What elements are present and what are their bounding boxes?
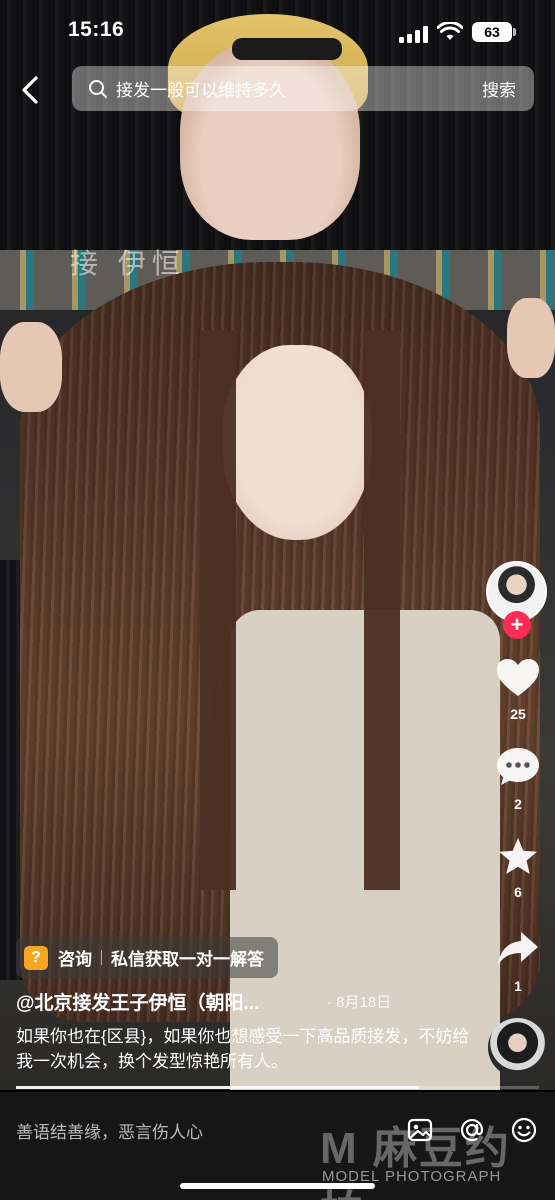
search-button[interactable]: 搜索 [464, 76, 534, 101]
consult-tag[interactable]: ? 咨询 私信获取一对一解答 [16, 937, 278, 978]
comment-input[interactable]: 善语结善缘，恶言伤人心 [16, 1118, 356, 1148]
author-name[interactable]: @北京接发王子伊恒（朝阳... [16, 988, 259, 1015]
search-input[interactable]: 接发一般可以维持多久 [116, 76, 464, 101]
status-time: 15:16 [68, 18, 125, 41]
image-icon[interactable] [406, 1116, 434, 1144]
back-icon[interactable] [14, 70, 48, 110]
star-icon[interactable] [495, 836, 541, 878]
progress-fill [16, 1086, 419, 1089]
share-count: 1 [514, 978, 522, 994]
status-bar: 15:16 63 [0, 0, 555, 60]
at-icon[interactable] [458, 1116, 486, 1144]
battery-tip [513, 28, 516, 36]
divider [101, 950, 102, 965]
consult-text: 私信获取一对一解答 [111, 950, 264, 969]
wifi-icon [437, 22, 463, 40]
video-watermark: 接 伊恒 [70, 248, 186, 279]
video-progress-bar[interactable] [16, 1086, 539, 1089]
comment-count: 2 [514, 796, 522, 812]
consult-label: 咨询 [58, 950, 92, 969]
stylist-left-hand [0, 322, 62, 412]
like-count: 25 [510, 706, 526, 722]
question-icon: ? [24, 945, 48, 970]
share-icon[interactable] [495, 928, 541, 970]
post-date: · 8月18日 [327, 994, 392, 1011]
favorite-count: 6 [514, 884, 522, 900]
model-front-hair [200, 330, 400, 890]
emoji-icon[interactable] [510, 1116, 538, 1144]
heart-icon[interactable] [495, 657, 541, 699]
stylist-right-hand [507, 298, 555, 378]
comment-icon[interactable] [495, 746, 541, 788]
battery-indicator: 63 [472, 22, 512, 42]
video-description: 如果你也在{区县}，如果你也想感受一下高品质接发，不妨给我一次机会，换个发型惊艳… [16, 1027, 470, 1071]
video-player[interactable] [0, 0, 555, 1090]
search-icon [89, 79, 107, 98]
cellular-signal-icon [399, 26, 429, 43]
music-disc[interactable] [488, 1018, 547, 1077]
search-bar[interactable]: 接发一般可以维持多久 搜索 [72, 66, 534, 111]
home-indicator [180, 1183, 375, 1189]
follow-button[interactable]: + [503, 611, 531, 639]
